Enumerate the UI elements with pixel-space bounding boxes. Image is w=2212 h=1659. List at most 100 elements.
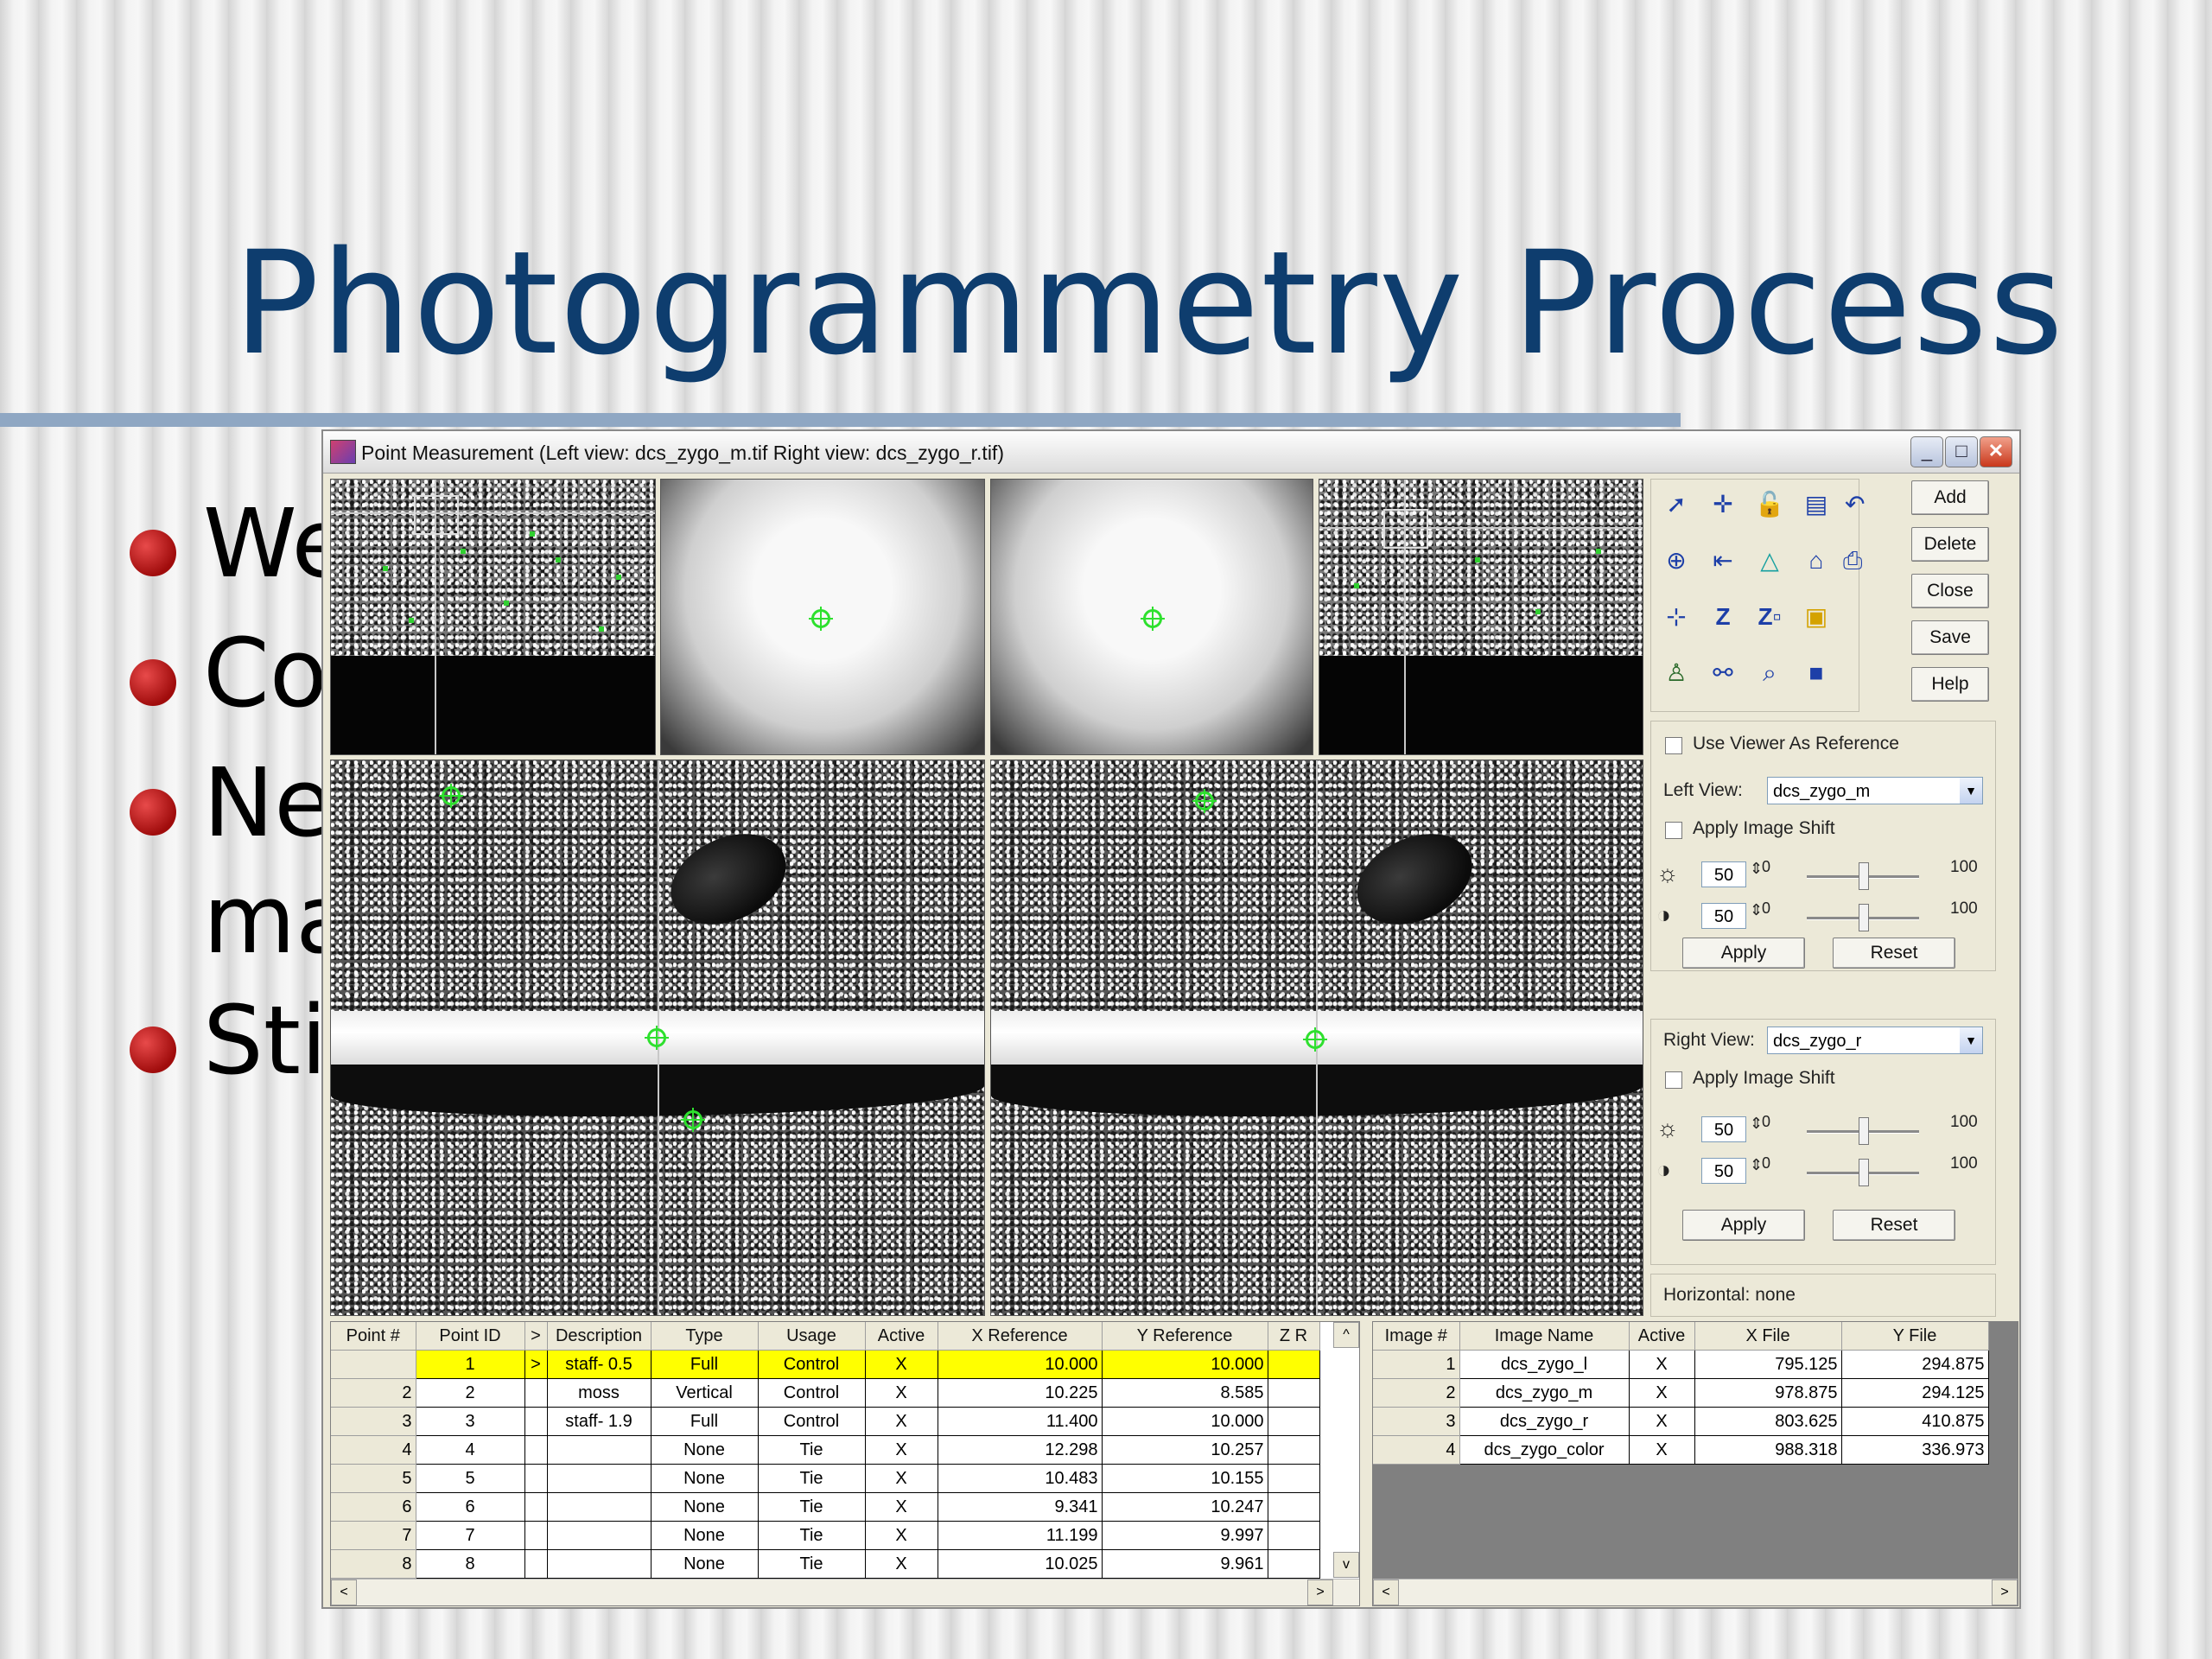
point-marker[interactable] xyxy=(681,1108,705,1132)
table-row[interactable]: 3 3 staff- 1.9 Full Control X 11.400 10.000 xyxy=(331,1407,1320,1436)
table-cell[interactable]: staff- 1.9 xyxy=(547,1407,652,1436)
table-cell[interactable]: dcs_zygo_color xyxy=(1459,1435,1630,1465)
table-cell[interactable]: None xyxy=(651,1549,759,1579)
chevron-left-icon[interactable]: < xyxy=(331,1580,357,1605)
table-cell[interactable]: 294.875 xyxy=(1841,1350,1989,1379)
person-icon[interactable]: ♙ xyxy=(1660,657,1693,690)
table-cell[interactable] xyxy=(524,1435,548,1465)
chevron-right-icon[interactable]: > xyxy=(1992,1580,2018,1605)
table-cell[interactable] xyxy=(547,1521,652,1550)
table-cell[interactable]: 10.483 xyxy=(938,1464,1103,1493)
table-cell[interactable]: Full xyxy=(651,1407,759,1436)
point-marker[interactable] xyxy=(645,1026,669,1050)
table-cell[interactable]: X xyxy=(1629,1435,1695,1465)
row-number[interactable]: 5 xyxy=(331,1464,416,1493)
table-row[interactable]: 5 5 None Tie X 10.483 10.155 xyxy=(331,1464,1320,1493)
table-cell[interactable]: None xyxy=(651,1521,759,1550)
table-cell[interactable]: X xyxy=(1629,1350,1695,1379)
table-cell[interactable]: None xyxy=(651,1492,759,1522)
row-number[interactable] xyxy=(331,1350,416,1379)
delete-button[interactable]: Delete xyxy=(1911,527,1989,562)
left-view-select[interactable]: dcs_zygo_m ▼ xyxy=(1767,777,1983,804)
table-cell[interactable] xyxy=(547,1435,652,1465)
close-window-button[interactable]: ✕ xyxy=(1980,436,2012,467)
chevron-down-icon[interactable]: v xyxy=(1333,1552,1359,1578)
point-marker[interactable] xyxy=(1141,607,1165,631)
table-cell[interactable]: dcs_zygo_r xyxy=(1459,1407,1630,1436)
add-point-icon[interactable]: ⊕ xyxy=(1660,544,1693,577)
table-cell[interactable]: Tie xyxy=(758,1549,866,1579)
table-cell[interactable]: 10.000 xyxy=(938,1350,1103,1379)
column-header[interactable]: Type xyxy=(651,1322,759,1351)
chevron-left-icon[interactable]: < xyxy=(1373,1580,1399,1605)
column-header[interactable]: Y Reference xyxy=(1102,1322,1268,1351)
left-apply-image-shift-checkbox[interactable] xyxy=(1665,822,1682,839)
table-cell[interactable] xyxy=(524,1378,548,1408)
table-cell[interactable]: 11.400 xyxy=(938,1407,1103,1436)
table-cell[interactable]: 8.585 xyxy=(1102,1378,1268,1408)
table-cell[interactable]: 11.199 xyxy=(938,1521,1103,1550)
column-header[interactable]: Y File xyxy=(1841,1322,1989,1351)
spin-arrows-icon[interactable]: ⇕ xyxy=(1750,860,1763,878)
point-marker[interactable] xyxy=(439,784,463,808)
table-cell[interactable]: None xyxy=(651,1464,759,1493)
slider-thumb[interactable] xyxy=(1859,1117,1869,1145)
left-apply-button[interactable]: Apply xyxy=(1682,938,1805,969)
point-marker[interactable] xyxy=(1192,789,1217,813)
point-marker[interactable] xyxy=(1303,1027,1327,1052)
z-box-icon[interactable]: Z▫ xyxy=(1753,601,1786,633)
chevron-up-icon[interactable]: ^ xyxy=(1333,1322,1359,1348)
table-cell[interactable] xyxy=(547,1464,652,1493)
table-cell[interactable]: Tie xyxy=(758,1435,866,1465)
table-cell[interactable]: 1 xyxy=(416,1350,525,1379)
table-cell[interactable] xyxy=(1268,1549,1320,1579)
row-number[interactable]: 3 xyxy=(331,1407,416,1436)
slider-thumb[interactable] xyxy=(1859,1159,1869,1186)
slider-thumb[interactable] xyxy=(1859,904,1869,931)
right-brightness-field[interactable]: 50 xyxy=(1701,1116,1746,1142)
help-button[interactable]: Help xyxy=(1911,667,1989,702)
table-cell[interactable] xyxy=(1268,1464,1320,1493)
column-header[interactable]: X File xyxy=(1694,1322,1842,1351)
lock-icon[interactable]: 🔓 xyxy=(1753,488,1786,521)
table-cell[interactable] xyxy=(547,1492,652,1522)
window-titlebar[interactable]: Point Measurement (Left view: dcs_zygo_m… xyxy=(323,431,2019,474)
use-viewer-as-reference-checkbox[interactable] xyxy=(1665,737,1682,754)
table-cell[interactable] xyxy=(1268,1350,1320,1379)
table-cell[interactable]: 9.341 xyxy=(938,1492,1103,1522)
table-cell[interactable]: > xyxy=(524,1350,548,1379)
table-cell[interactable] xyxy=(524,1407,548,1436)
table-cell[interactable]: 10.025 xyxy=(938,1549,1103,1579)
row-number[interactable]: 2 xyxy=(1373,1378,1460,1408)
column-header[interactable]: X Reference xyxy=(938,1322,1103,1351)
table-cell[interactable] xyxy=(1268,1407,1320,1436)
column-header[interactable]: Active xyxy=(865,1322,938,1351)
table-cell[interactable]: Tie xyxy=(758,1464,866,1493)
table-cell[interactable]: Tie xyxy=(758,1521,866,1550)
column-header[interactable]: Active xyxy=(1629,1322,1695,1351)
table-cell[interactable]: X xyxy=(865,1549,938,1579)
table-cell[interactable]: 803.625 xyxy=(1694,1407,1842,1436)
column-header[interactable]: > xyxy=(524,1322,548,1351)
table-row[interactable]: 3 dcs_zygo_r X 803.625 410.875 xyxy=(1373,1407,1989,1436)
right-apply-image-shift-checkbox[interactable] xyxy=(1665,1071,1682,1089)
chevron-down-icon[interactable]: ▼ xyxy=(1960,778,1982,804)
table-cell[interactable]: X xyxy=(865,1435,938,1465)
stop-icon[interactable]: ■ xyxy=(1800,657,1833,690)
table-cell[interactable]: Tie xyxy=(758,1492,866,1522)
column-header[interactable]: Image # xyxy=(1373,1322,1460,1351)
point-marker[interactable] xyxy=(809,607,833,631)
table-cell[interactable]: X xyxy=(865,1407,938,1436)
table-cell[interactable]: 6 xyxy=(416,1492,525,1522)
table-cell[interactable]: Full xyxy=(651,1350,759,1379)
right-overview-viewer[interactable] xyxy=(1319,479,1643,755)
close-button[interactable]: Close xyxy=(1911,574,1989,608)
table-cell[interactable]: moss xyxy=(547,1378,652,1408)
table-cell[interactable] xyxy=(1268,1521,1320,1550)
slider-thumb[interactable] xyxy=(1859,862,1869,890)
table-cell[interactable] xyxy=(524,1521,548,1550)
left-magnified-viewer[interactable] xyxy=(660,479,985,755)
image-table-hscrollbar[interactable]: < > xyxy=(1373,1579,2018,1605)
zoom-icon[interactable]: ⌕ xyxy=(1753,657,1786,690)
row-number[interactable]: 3 xyxy=(1373,1407,1460,1436)
